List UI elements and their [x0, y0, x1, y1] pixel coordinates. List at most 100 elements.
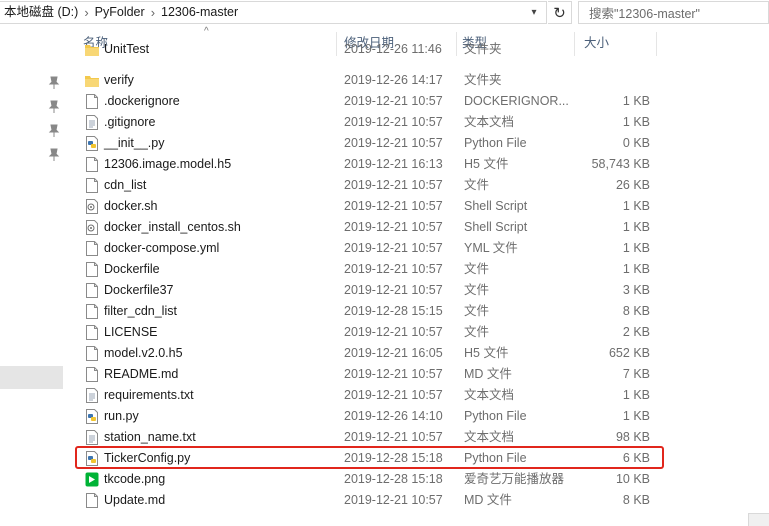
- file-type: Python File: [464, 136, 527, 150]
- breadcrumb-item-drive[interactable]: 本地磁盘 (D:): [0, 2, 82, 23]
- file-row[interactable]: LICENSE 2019-12-21 10:57 文件 2 KB: [70, 322, 769, 343]
- refresh-icon: ↻: [553, 4, 566, 22]
- refresh-button[interactable]: ↻: [548, 1, 572, 24]
- address-history-dropdown-button[interactable]: ▾: [522, 1, 546, 24]
- file-size: 652 KB: [608, 346, 650, 360]
- file-icon: [85, 94, 99, 109]
- file-type: DOCKERIGNOR...: [464, 94, 569, 108]
- pin-icon[interactable]: [48, 148, 60, 162]
- file-name: filter_cdn_list: [104, 304, 177, 318]
- file-icon: [85, 157, 99, 172]
- file-name: verify: [104, 73, 134, 87]
- shell-script-icon: [85, 199, 99, 214]
- file-date: 2019-12-28 15:18: [344, 451, 443, 465]
- file-type: 文件: [464, 262, 490, 276]
- file-name: Dockerfile: [104, 262, 160, 276]
- pin-icon[interactable]: [48, 100, 60, 114]
- file-name: .gitignore: [104, 115, 156, 129]
- python-file-icon: [85, 136, 99, 151]
- file-row[interactable]: README.md 2019-12-21 10:57 MD 文件 7 KB: [70, 364, 769, 385]
- python-file-icon: [85, 451, 99, 466]
- chevron-down-icon: ▾: [531, 7, 537, 18]
- file-date: 2019-12-26 14:17: [344, 73, 443, 87]
- file-row[interactable]: Dockerfile 2019-12-21 10:57 文件 1 KB: [70, 259, 769, 280]
- file-size: 8 KB: [622, 493, 650, 507]
- pin-icon[interactable]: [48, 124, 60, 138]
- file-type: Shell Script: [464, 220, 528, 234]
- resize-grip[interactable]: [748, 513, 769, 526]
- pin-icon[interactable]: [48, 76, 60, 90]
- file-size: 1 KB: [622, 115, 650, 129]
- breadcrumb[interactable]: 本地磁盘 (D:) › PyFolder › 12306-master: [0, 1, 547, 24]
- file-type: YML 文件: [464, 241, 518, 255]
- file-row[interactable]: Update.md 2019-12-21 10:57 MD 文件 8 KB: [70, 490, 769, 511]
- address-bar: 本地磁盘 (D:) › PyFolder › 12306-master ▾ ↻ …: [0, 0, 769, 26]
- file-row[interactable]: docker_install_centos.sh 2019-12-21 10:57…: [70, 217, 769, 238]
- file-row[interactable]: .gitignore 2019-12-21 10:57 文本文档 1 KB: [70, 112, 769, 133]
- file-type: Shell Script: [464, 199, 528, 213]
- file-row[interactable]: station_name.txt 2019-12-21 10:57 文本文档 98 K…: [70, 427, 769, 448]
- file-date: 2019-12-21 10:57: [344, 493, 443, 507]
- file-size: 3 KB: [622, 283, 650, 297]
- file-row[interactable]: Dockerfile37 2019-12-21 10:57 文件 3 KB: [70, 280, 769, 301]
- file-date: 2019-12-28 15:18: [344, 472, 443, 486]
- file-row[interactable]: .dockerignore 2019-12-21 10:57 DOCKERIGNOR…: [70, 91, 769, 112]
- file-row[interactable]: verify 2019-12-26 14:17 文件夹: [70, 70, 769, 91]
- file-size: 6 KB: [622, 451, 650, 465]
- file-type: 文件: [464, 178, 490, 192]
- file-size: 10 KB: [615, 472, 650, 486]
- breadcrumb-separator-icon[interactable]: ›: [149, 5, 157, 20]
- file-row[interactable]: __init__.py 2019-12-21 10:57 Python File 0 …: [70, 133, 769, 154]
- file-name: __init__.py: [104, 136, 165, 150]
- breadcrumb-separator-icon[interactable]: ›: [82, 5, 90, 20]
- file-row[interactable]: docker.sh 2019-12-21 10:57 Shell Script 1 K…: [70, 196, 769, 217]
- file-type: H5 文件: [464, 157, 509, 171]
- file-row[interactable]: filter_cdn_list 2019-12-28 15:15 文件 8 KB: [70, 301, 769, 322]
- file-date: 2019-12-21 10:57: [344, 115, 443, 129]
- file-size: 1 KB: [622, 262, 650, 276]
- file-date: 2019-12-21 16:13: [344, 157, 443, 171]
- file-name: 12306.image.model.h5: [104, 157, 232, 171]
- shell-script-icon: [85, 220, 99, 235]
- file-row[interactable]: tkcode.png 2019-12-28 15:18 爱奇艺万能播放器 10 KB: [70, 469, 769, 490]
- file-type: 文件夹: [464, 73, 502, 87]
- file-name: UnitTest: [104, 42, 150, 56]
- file-date: 2019-12-26 11:46: [344, 42, 442, 56]
- image-file-icon: [85, 472, 99, 487]
- file-size: 7 KB: [622, 367, 650, 381]
- text-file-icon: [85, 388, 99, 403]
- file-row[interactable]: requirements.txt 2019-12-21 10:57 文本文档 1 KB: [70, 385, 769, 406]
- file-date: 2019-12-21 10:57: [344, 199, 443, 213]
- file-name: cdn_list: [104, 178, 147, 192]
- file-row[interactable]: docker-compose.yml 2019-12-21 10:57 YML 文件…: [70, 238, 769, 259]
- search-input[interactable]: 搜索"12306-master": [578, 1, 769, 24]
- file-date: 2019-12-21 10:57: [344, 94, 443, 108]
- file-size: 1 KB: [622, 220, 650, 234]
- file-name: docker-compose.yml: [104, 241, 220, 255]
- file-icon: [85, 367, 99, 382]
- breadcrumb-item-current[interactable]: 12306-master: [157, 2, 242, 23]
- file-date: 2019-12-21 10:57: [344, 220, 443, 234]
- file-date: 2019-12-28 15:15: [344, 304, 443, 318]
- file-row[interactable]: run.py 2019-12-26 14:10 Python File 1 KB: [70, 406, 769, 427]
- file-type: 文本文档: [464, 115, 515, 129]
- file-icon: [85, 178, 99, 193]
- file-name: docker_install_centos.sh: [104, 220, 241, 234]
- file-date: 2019-12-21 10:57: [344, 430, 443, 444]
- file-type: 文件: [464, 304, 490, 318]
- file-name: station_name.txt: [104, 430, 196, 444]
- file-row[interactable]: TickerConfig.py 2019-12-28 15:18 Python Fi…: [70, 448, 769, 469]
- file-name: Update.md: [104, 493, 166, 507]
- file-row[interactable]: model.v2.0.h5 2019-12-21 16:05 H5 文件 652 KB: [70, 343, 769, 364]
- file-row[interactable]: cdn_list 2019-12-21 10:57 文件 26 KB: [70, 175, 769, 196]
- file-size: 1 KB: [622, 409, 650, 423]
- file-type: 文本文档: [464, 430, 515, 444]
- file-size: 8 KB: [622, 304, 650, 318]
- file-row[interactable]: 12306.image.model.h5 2019-12-21 16:13 H5 文…: [70, 154, 769, 175]
- breadcrumb-item-pyfolder[interactable]: PyFolder: [91, 2, 149, 23]
- search-placeholder: 搜索"12306-master": [589, 7, 700, 21]
- python-file-icon: [85, 409, 99, 424]
- file-row[interactable]: UnitTest 2019-12-26 11:46 文件夹: [70, 39, 769, 60]
- nav-selected-item[interactable]: [0, 366, 63, 389]
- file-icon: [85, 304, 99, 319]
